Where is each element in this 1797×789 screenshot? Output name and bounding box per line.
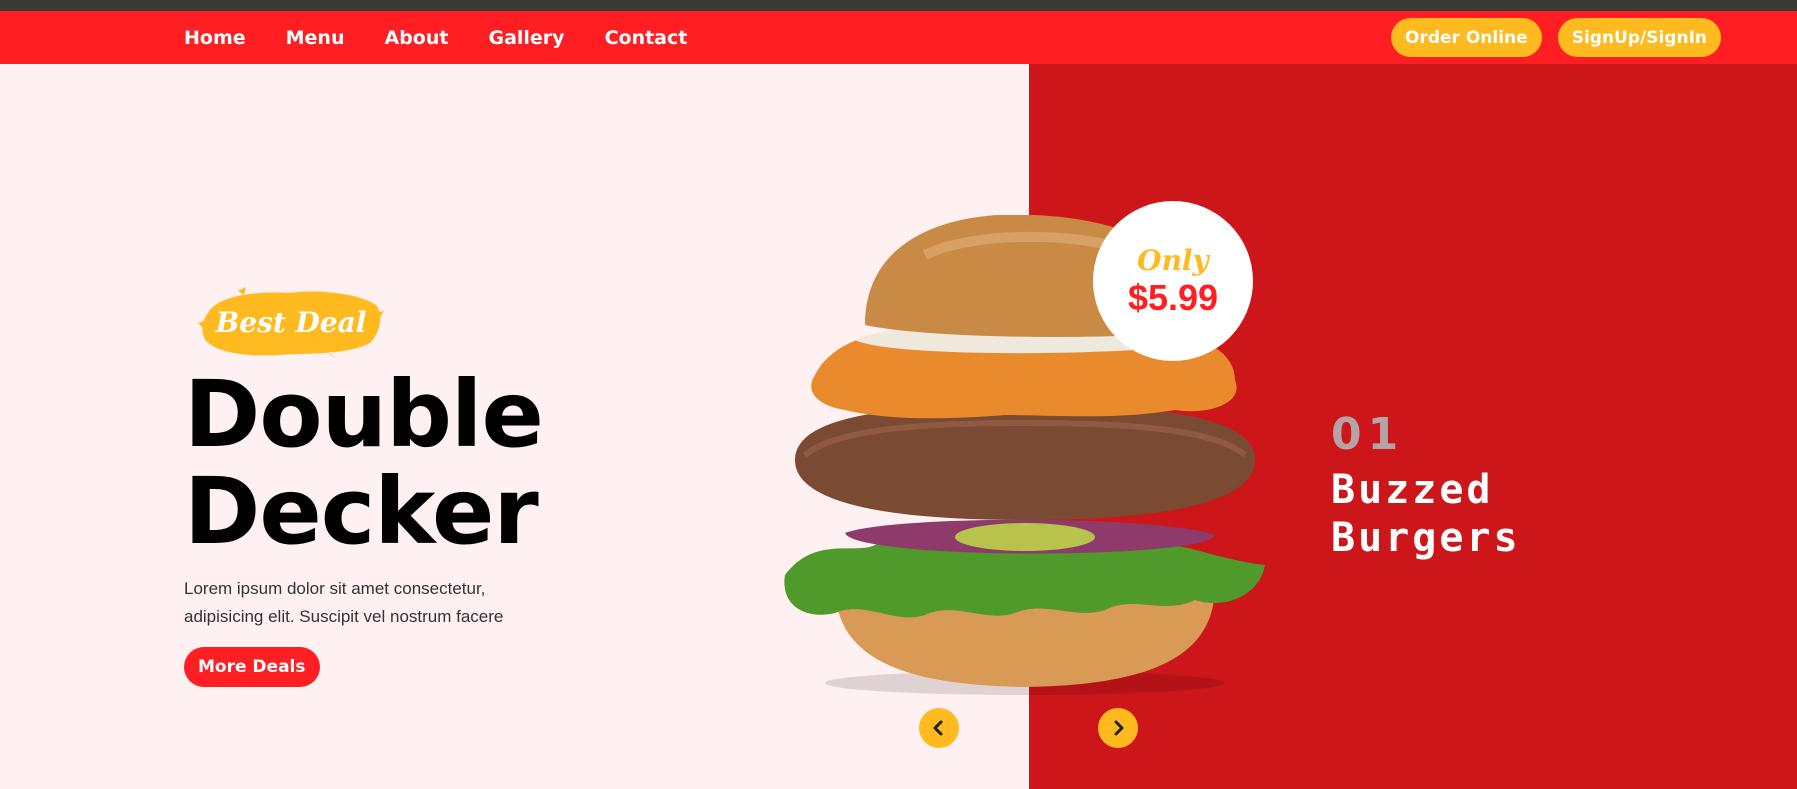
slide-title-line2: Burgers [1331, 515, 1521, 561]
hero-description: Lorem ipsum dolor sit amet consectetur, … [184, 579, 504, 626]
slide-title: Buzzed Burgers [1331, 466, 1521, 562]
hero-title-line2: Decker [184, 458, 539, 565]
nav-link-gallery[interactable]: Gallery [488, 27, 564, 49]
next-slide-button[interactable] [1098, 708, 1138, 748]
best-deal-badge: Best Deal [198, 283, 384, 361]
order-online-button[interactable]: Order Online [1391, 18, 1542, 57]
signin-button[interactable]: SignUp/SignIn [1557, 18, 1721, 57]
best-deal-text: Best Deal [215, 305, 367, 339]
chevron-left-icon [933, 720, 943, 736]
hero-title: Double Decker [184, 366, 544, 560]
chevron-right-icon [1114, 720, 1124, 736]
slide-title-line1: Buzzed [1331, 467, 1494, 513]
price-label: Only [1137, 244, 1209, 277]
hero-title-line1: Double [184, 361, 544, 468]
more-deals-button[interactable]: More Deals [184, 647, 320, 687]
top-navbar: Home Menu About Gallery Contact Order On… [0, 11, 1797, 64]
nav-buttons: Order Online SignUp/SignIn [1391, 18, 1721, 57]
price-value: $5.99 [1127, 277, 1219, 318]
nav-link-home[interactable]: Home [184, 27, 246, 49]
nav-links: Home Menu About Gallery Contact [184, 11, 687, 64]
background-word: Burger [1767, 64, 1797, 419]
price-badge: Only $5.99 [1093, 201, 1253, 361]
nav-link-menu[interactable]: Menu [286, 27, 345, 49]
nav-link-about[interactable]: About [385, 27, 449, 49]
nav-link-contact[interactable]: Contact [605, 27, 688, 49]
browser-top-strip [0, 0, 1797, 11]
slide-number: 01 [1331, 409, 1405, 460]
prev-slide-button[interactable] [919, 708, 959, 748]
